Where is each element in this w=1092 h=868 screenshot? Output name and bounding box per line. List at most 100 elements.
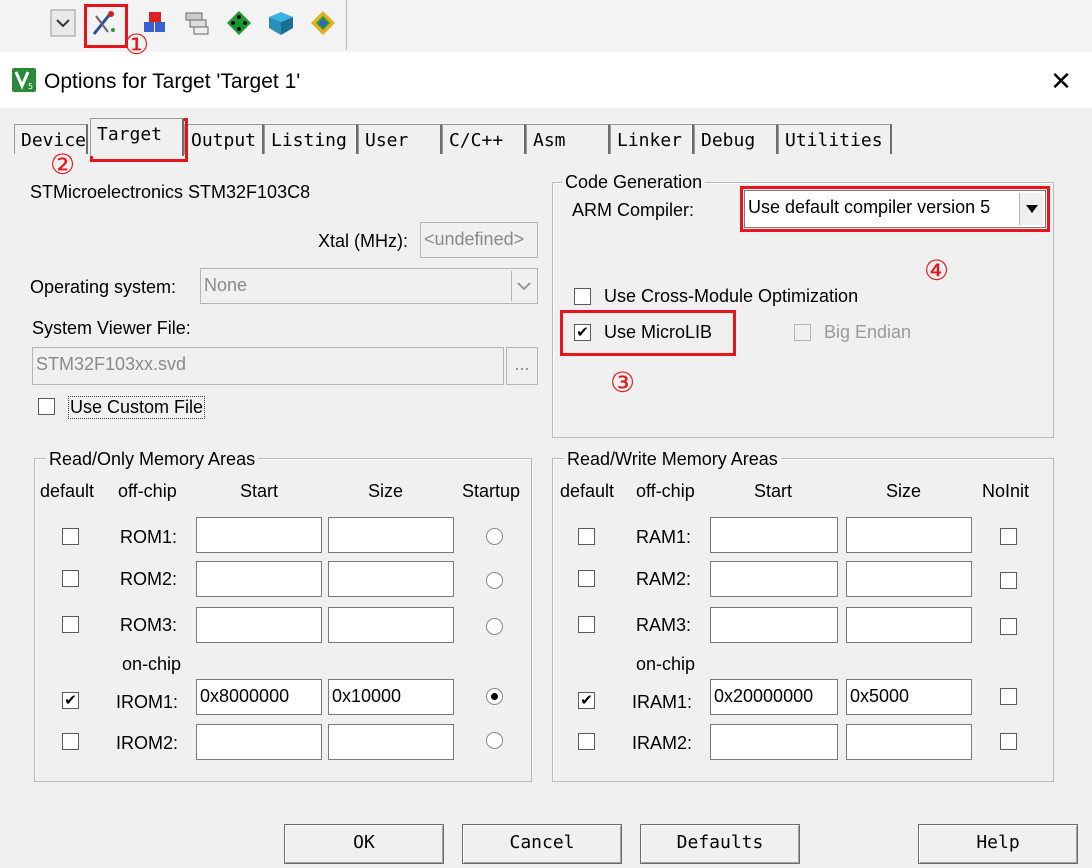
ram-header-start: Start [754, 481, 793, 501]
rom1-start-input[interactable] [196, 517, 322, 553]
tab-user[interactable]: User [358, 124, 442, 154]
os-select[interactable]: None [200, 268, 538, 304]
rom3-start-input[interactable] [196, 607, 322, 643]
ram1-size-input[interactable] [846, 517, 972, 553]
arm-compiler-select[interactable]: Use default compiler version 5 [744, 190, 1046, 228]
rom2-size-input[interactable] [328, 561, 454, 597]
ram-group-title: Read/Write Memory Areas [564, 449, 781, 470]
cancel-button[interactable]: Cancel [462, 824, 622, 864]
ram1-default-checkbox[interactable] [578, 528, 595, 545]
xtal-input[interactable]: <undefined> [420, 222, 538, 258]
ram3-default-checkbox[interactable] [578, 616, 595, 633]
rom-header-startup: Startup [462, 481, 521, 501]
rom3-default-checkbox[interactable] [62, 616, 79, 633]
rom3-startup-radio[interactable] [486, 618, 503, 635]
big-endian-checkbox[interactable] [794, 324, 811, 341]
iram1-size-input[interactable]: 0x5000 [846, 679, 972, 715]
iram2-start-input[interactable] [710, 724, 838, 760]
iram2-label: IRAM2: [632, 733, 693, 753]
chevron-down-icon [1019, 193, 1043, 225]
tab-utilities[interactable]: Utilities [778, 124, 892, 154]
tab-linker[interactable]: Linker [610, 124, 694, 154]
rom2-start-input[interactable] [196, 561, 322, 597]
irom2-start-input[interactable] [196, 724, 322, 760]
svf-input[interactable]: STM32F103xx.svd [32, 347, 504, 385]
irom1-default-checkbox[interactable]: ✔ [62, 692, 79, 709]
rom1-default-checkbox[interactable] [62, 528, 79, 545]
options-for-target-icon[interactable] [88, 8, 118, 38]
ram1-start-input[interactable] [710, 517, 838, 553]
close-icon[interactable]: ✕ [1046, 66, 1076, 97]
iram1-start-input[interactable]: 0x20000000 [710, 679, 838, 715]
iram2-size-input[interactable] [846, 724, 972, 760]
iram1-label: IRAM1: [632, 692, 693, 712]
ram1-noinit-checkbox[interactable] [1000, 528, 1017, 545]
os-select-value: None [204, 275, 248, 295]
ok-button[interactable]: OK [284, 824, 444, 864]
chevron-down-icon [511, 271, 535, 301]
ram-header-offchip: off-chip [636, 481, 695, 501]
rom3-label: ROM3: [120, 615, 178, 635]
rom2-default-checkbox[interactable] [62, 570, 79, 587]
irom2-default-checkbox[interactable] [62, 733, 79, 750]
tab-asm[interactable]: Asm [526, 124, 610, 154]
rom1-startup-radio[interactable] [486, 528, 503, 545]
iram1-noinit-checkbox[interactable] [1000, 688, 1017, 705]
dialog-title: Options for Target 'Target 1' [44, 70, 301, 93]
ram-header-default: default [560, 481, 615, 501]
rom3-size-input[interactable] [328, 607, 454, 643]
ram2-label: RAM2: [636, 569, 692, 589]
iram2-default-checkbox[interactable] [578, 733, 595, 750]
irom2-label: IROM2: [116, 733, 179, 753]
batch-build-icon[interactable] [182, 8, 212, 38]
run-time-env-icon[interactable] [308, 8, 338, 38]
rom-header-size: Size [368, 481, 404, 501]
defaults-button[interactable]: Defaults [640, 824, 800, 864]
use-custom-file-label[interactable]: Use Custom File [68, 396, 206, 419]
cross-module-optimization-label: Use Cross-Module Optimization [604, 286, 859, 306]
irom1-size-input[interactable]: 0x10000 [328, 679, 454, 715]
ram2-default-checkbox[interactable] [578, 570, 595, 587]
ram3-size-input[interactable] [846, 607, 972, 643]
ram2-start-input[interactable] [710, 561, 838, 597]
annotation-number-3: ③ [610, 366, 636, 399]
use-custom-file-checkbox[interactable] [38, 398, 55, 415]
rom1-label: ROM1: [120, 527, 178, 547]
ram3-noinit-checkbox[interactable] [1000, 618, 1017, 635]
tab-label: Listing [271, 130, 347, 151]
tab-label: Linker [617, 130, 683, 151]
arm-compiler-value: Use default compiler version 5 [748, 197, 991, 217]
tab-c-cpp[interactable]: C/C++ [442, 124, 526, 154]
tab-target[interactable]: Target [90, 118, 184, 156]
rom-group-title: Read/Only Memory Areas [46, 449, 259, 470]
svg-text:5: 5 [28, 82, 33, 91]
irom1-start-input[interactable]: 0x8000000 [196, 679, 322, 715]
cross-module-optimization-checkbox[interactable] [574, 288, 591, 305]
tab-output[interactable]: Output [184, 124, 264, 154]
annotation-number-4: ④ [924, 254, 950, 287]
ram3-start-input[interactable] [710, 607, 838, 643]
rom-header-default: default [40, 481, 95, 501]
ram2-noinit-checkbox[interactable] [1000, 572, 1017, 589]
help-button[interactable]: Help [918, 824, 1078, 864]
tab-debug[interactable]: Debug [694, 124, 778, 154]
irom2-size-input[interactable] [328, 724, 454, 760]
pack-installer-icon[interactable] [266, 8, 296, 38]
irom1-startup-radio[interactable] [486, 688, 503, 705]
use-microlib-checkbox[interactable]: ✔ [574, 324, 591, 341]
browse-button[interactable]: ... [506, 347, 538, 385]
tab-label: Target [97, 124, 163, 145]
dropdown-icon[interactable] [48, 8, 78, 38]
rom2-startup-radio[interactable] [486, 572, 503, 589]
select-device-icon[interactable] [224, 8, 254, 38]
tab-label: Utilities [785, 130, 883, 151]
iram2-noinit-checkbox[interactable] [1000, 733, 1017, 750]
toolbar [0, 0, 1092, 53]
irom2-startup-radio[interactable] [486, 732, 503, 749]
tab-listing[interactable]: Listing [264, 124, 358, 154]
rom1-size-input[interactable] [328, 517, 454, 553]
os-label: Operating system: [30, 277, 177, 297]
iram1-default-checkbox[interactable]: ✔ [578, 692, 595, 709]
svf-label: System Viewer File: [32, 318, 191, 338]
ram2-size-input[interactable] [846, 561, 972, 597]
